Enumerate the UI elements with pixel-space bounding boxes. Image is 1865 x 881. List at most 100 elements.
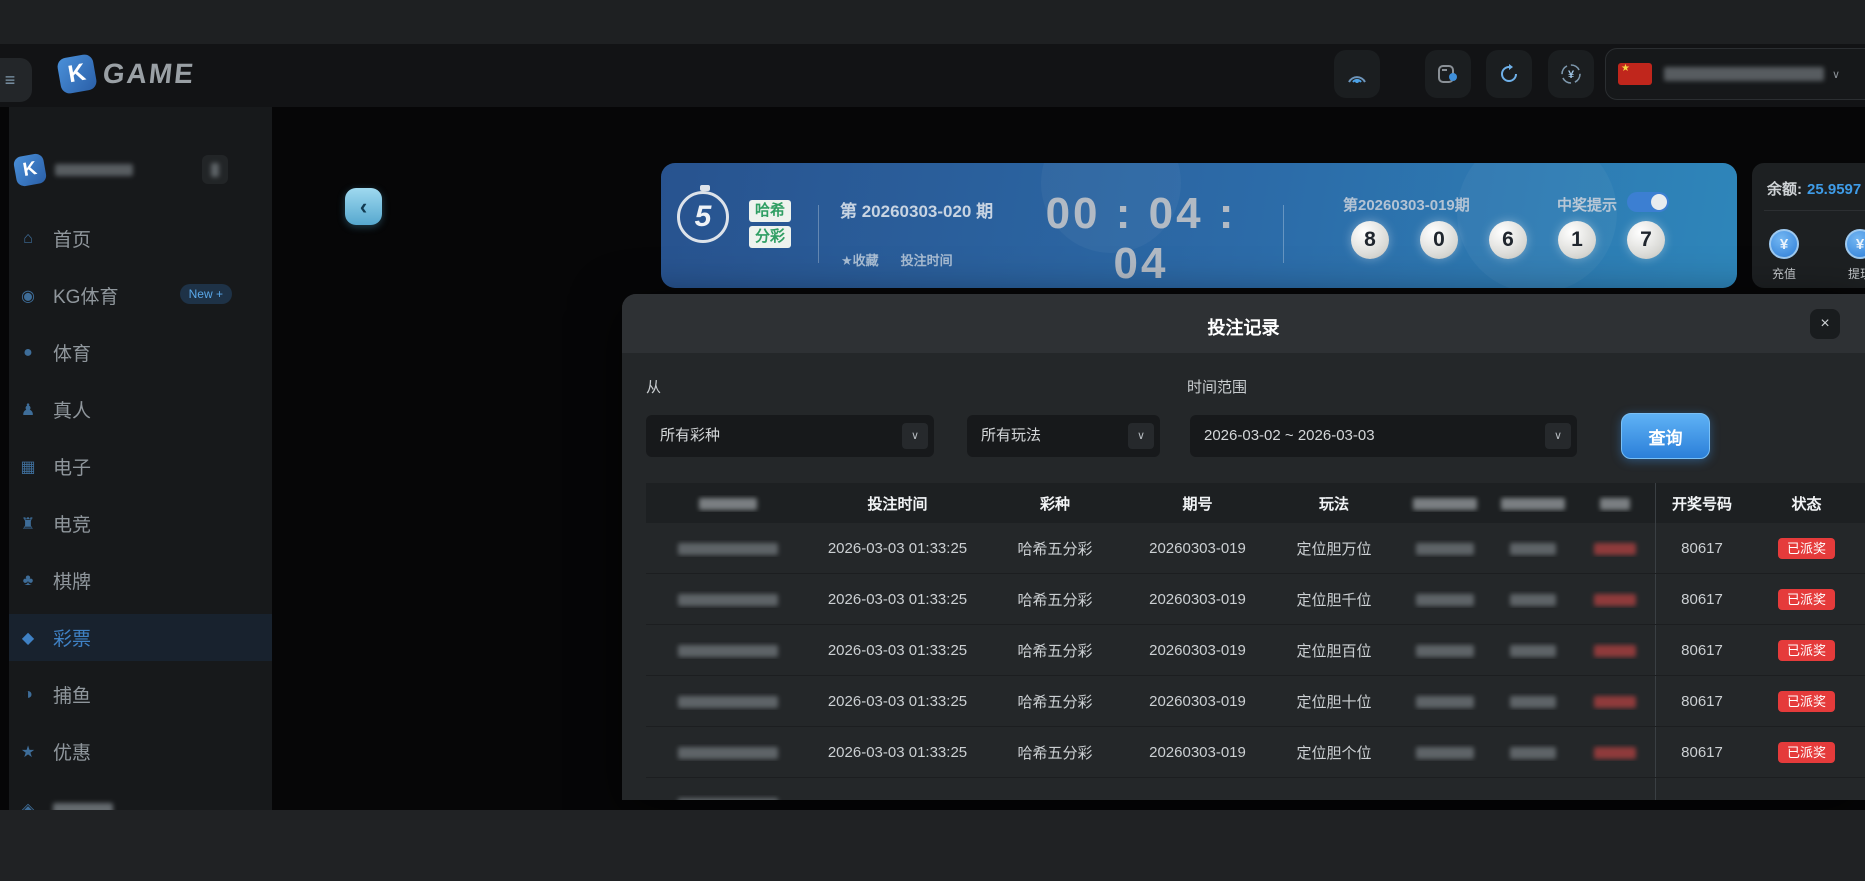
table-row: [646, 778, 1865, 800]
sidebar-item-chess[interactable]: ♣棋牌: [9, 557, 272, 604]
promo-icon: ★: [17, 742, 39, 762]
cell-play: 定位胆百位: [1270, 640, 1398, 661]
favorite-link[interactable]: ★收藏: [841, 250, 879, 269]
cell-result: 80617: [1655, 574, 1748, 624]
cell-lottery: 哈希五分彩: [985, 538, 1125, 559]
lottery-type-select[interactable]: 所有彩种 ∨: [646, 415, 934, 457]
lottery-type-value: 所有彩种: [660, 427, 720, 444]
status-badge: 已派奖: [1778, 640, 1835, 661]
sidebar-item-esports[interactable]: ♜电竞: [9, 500, 272, 547]
sidebar-user-card[interactable]: K: [9, 146, 272, 194]
hamburger-icon: ≡: [5, 70, 16, 91]
sidebar-item-slots[interactable]: ▦电子: [9, 443, 272, 490]
play-type-select[interactable]: 所有玩法 ∨: [967, 415, 1160, 457]
cell-b3: [1574, 540, 1655, 557]
banner-divider: [1283, 205, 1284, 263]
refresh-button[interactable]: [1486, 50, 1532, 98]
cell-blurred: [678, 747, 778, 759]
result-ball: 8: [1351, 221, 1389, 259]
top-strip: [0, 0, 1865, 44]
result-ball: 6: [1489, 221, 1527, 259]
svg-text:¥: ¥: [1568, 69, 1575, 81]
cell-time: 2026-03-03 01:33:25: [810, 642, 985, 659]
sidebar-item-sports[interactable]: ●体育: [9, 329, 272, 376]
cell-b3: [1574, 591, 1655, 608]
toggle-knob: [1651, 194, 1667, 210]
close-button[interactable]: ×: [1810, 309, 1840, 339]
sidebar-item-promo[interactable]: ★ 优惠: [9, 728, 272, 775]
cell-id: [646, 540, 810, 557]
bet-time-link[interactable]: 投注时间: [901, 250, 953, 269]
kg-sports-icon: ◉: [17, 286, 39, 306]
cell-blurred: [1416, 645, 1474, 657]
sidebar-nav: ⌂首页 ◉KG体育New + ●体育 ♟真人 ▦电子 ♜电竞 ♣棋牌 ◆彩票 ◑ 捕鱼 ★ 优惠 ◈: [9, 215, 272, 810]
cell-blurred: [678, 594, 778, 606]
status-badge: 已派奖: [1778, 691, 1835, 712]
fishing-icon: ◑: [17, 686, 39, 704]
cell-b3: [1574, 744, 1655, 761]
bet-records-table: 投注时间彩种期号玩法开奖号码状态 2026-03-03 01:33:25哈希五分…: [646, 483, 1865, 800]
esports-icon: ♜: [17, 514, 39, 534]
sidebar-item-home[interactable]: ⌂首页: [9, 215, 272, 262]
cell-b2: [1492, 642, 1574, 659]
cell-time: 2026-03-03 01:33:25: [810, 540, 985, 557]
deposit-action[interactable]: ¥ 充值: [1754, 229, 1814, 282]
home-icon: ⌂: [17, 230, 39, 248]
wallet-button[interactable]: [1425, 50, 1471, 98]
cell-id: [646, 591, 810, 608]
withdraw-action[interactable]: ¥ 提现: [1830, 229, 1865, 282]
cell-status: 已派奖: [1748, 589, 1865, 610]
col-header-id: [646, 495, 810, 512]
sidebar-item-more[interactable]: ◈: [9, 785, 272, 810]
cell-time: 2026-03-03 01:33:25: [810, 591, 985, 608]
cell-lottery: 哈希五分彩: [985, 589, 1125, 610]
cell-id: [646, 795, 810, 801]
col-header-result: 开奖号码: [1655, 483, 1748, 523]
cell-issue: 20260303-019: [1125, 591, 1270, 608]
result-ball: 1: [1558, 221, 1596, 259]
date-range-select[interactable]: 2026-03-02 ~ 2026-03-03 ∨: [1190, 415, 1577, 457]
brand-logo[interactable]: K GAME: [59, 56, 195, 92]
cell-issue: 20260303-019: [1125, 744, 1270, 761]
collapse-back-button[interactable]: ‹: [345, 188, 382, 225]
cell-id: [646, 744, 810, 761]
menu-button[interactable]: ≡: [0, 58, 32, 102]
chevron-down-icon: ∨: [1832, 68, 1840, 81]
logo-badge-bottom: 分彩: [749, 226, 791, 248]
sidebar-item-label: 优惠: [53, 738, 91, 765]
col-header-play: 玩法: [1270, 493, 1398, 514]
sidebar-item-label: 电子: [53, 453, 91, 480]
signal-button[interactable]: [1334, 50, 1380, 98]
chevron-down-icon: ∨: [1545, 423, 1571, 449]
live-icon: ♟: [17, 400, 39, 420]
logo-badge-top: 哈希: [749, 200, 791, 222]
currency-button[interactable]: ¥: [1548, 50, 1594, 98]
col-header-b3: [1574, 495, 1655, 512]
cell-blurred: [1416, 543, 1474, 555]
wallet-icon: [1437, 64, 1459, 84]
withdraw-label: 提现: [1830, 265, 1865, 282]
cell-blurred: [1594, 747, 1636, 759]
cell-play: 定位胆万位: [1270, 538, 1398, 559]
balance-label: 余额:: [1767, 181, 1802, 198]
user-account-menu[interactable]: ★ ∨: [1605, 48, 1865, 100]
win-tip-toggle[interactable]: [1627, 192, 1669, 212]
cell-blurred: [678, 645, 778, 657]
sidebar-item-label: 捕鱼: [53, 681, 91, 708]
sidebar-item-kg-sports[interactable]: ◉KG体育New +: [9, 272, 272, 319]
balance-divider: [1764, 210, 1865, 211]
sidebar-item-live[interactable]: ♟真人: [9, 386, 272, 433]
modal-header: 投注记录 ×: [622, 294, 1865, 353]
query-button[interactable]: 查询: [1621, 413, 1710, 459]
signal-icon: [1346, 64, 1368, 84]
lottery-logo-badges: 哈希 分彩: [749, 200, 791, 248]
sidebar-item-lottery[interactable]: ◆彩票: [9, 614, 272, 661]
from-label: 从: [646, 376, 661, 397]
col-header-b2: [1492, 495, 1574, 512]
cell-blurred: [678, 798, 778, 800]
table-row: 2026-03-03 01:33:25哈希五分彩20260303-019定位胆万…: [646, 523, 1865, 574]
user-card-action-button[interactable]: [202, 155, 228, 184]
username-blurred: [55, 164, 133, 176]
chevron-left-icon: ‹: [360, 194, 367, 220]
sidebar-item-fishing[interactable]: ◑ 捕鱼: [9, 671, 272, 718]
